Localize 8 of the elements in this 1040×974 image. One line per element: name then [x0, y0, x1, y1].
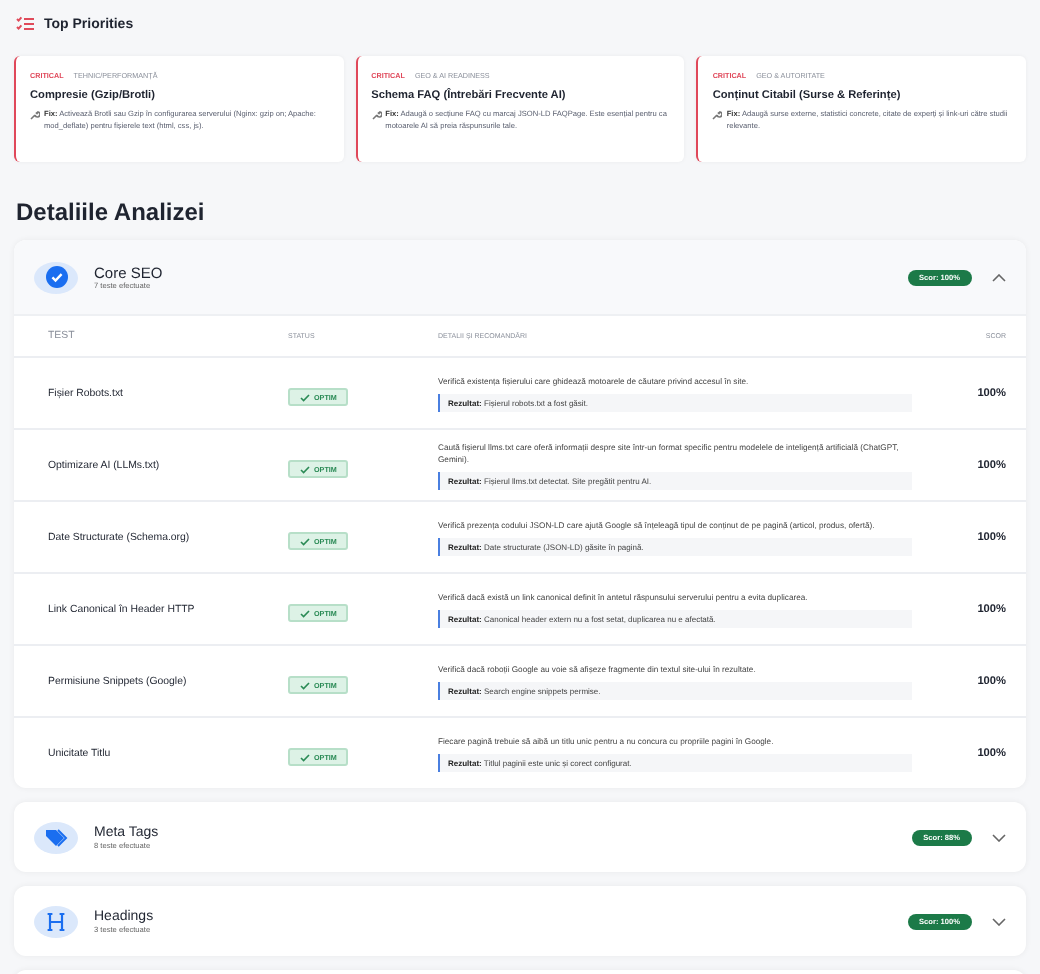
chevron-icon — [992, 273, 1006, 281]
heading-icon — [34, 905, 78, 937]
check-icon — [34, 261, 78, 293]
chevron-icon — [992, 833, 1006, 841]
section-heading: Detaliile Analizei — [16, 198, 207, 226]
tag-icon — [34, 821, 78, 853]
chevron-icon — [992, 917, 1006, 925]
list-icon — [16, 16, 34, 32]
